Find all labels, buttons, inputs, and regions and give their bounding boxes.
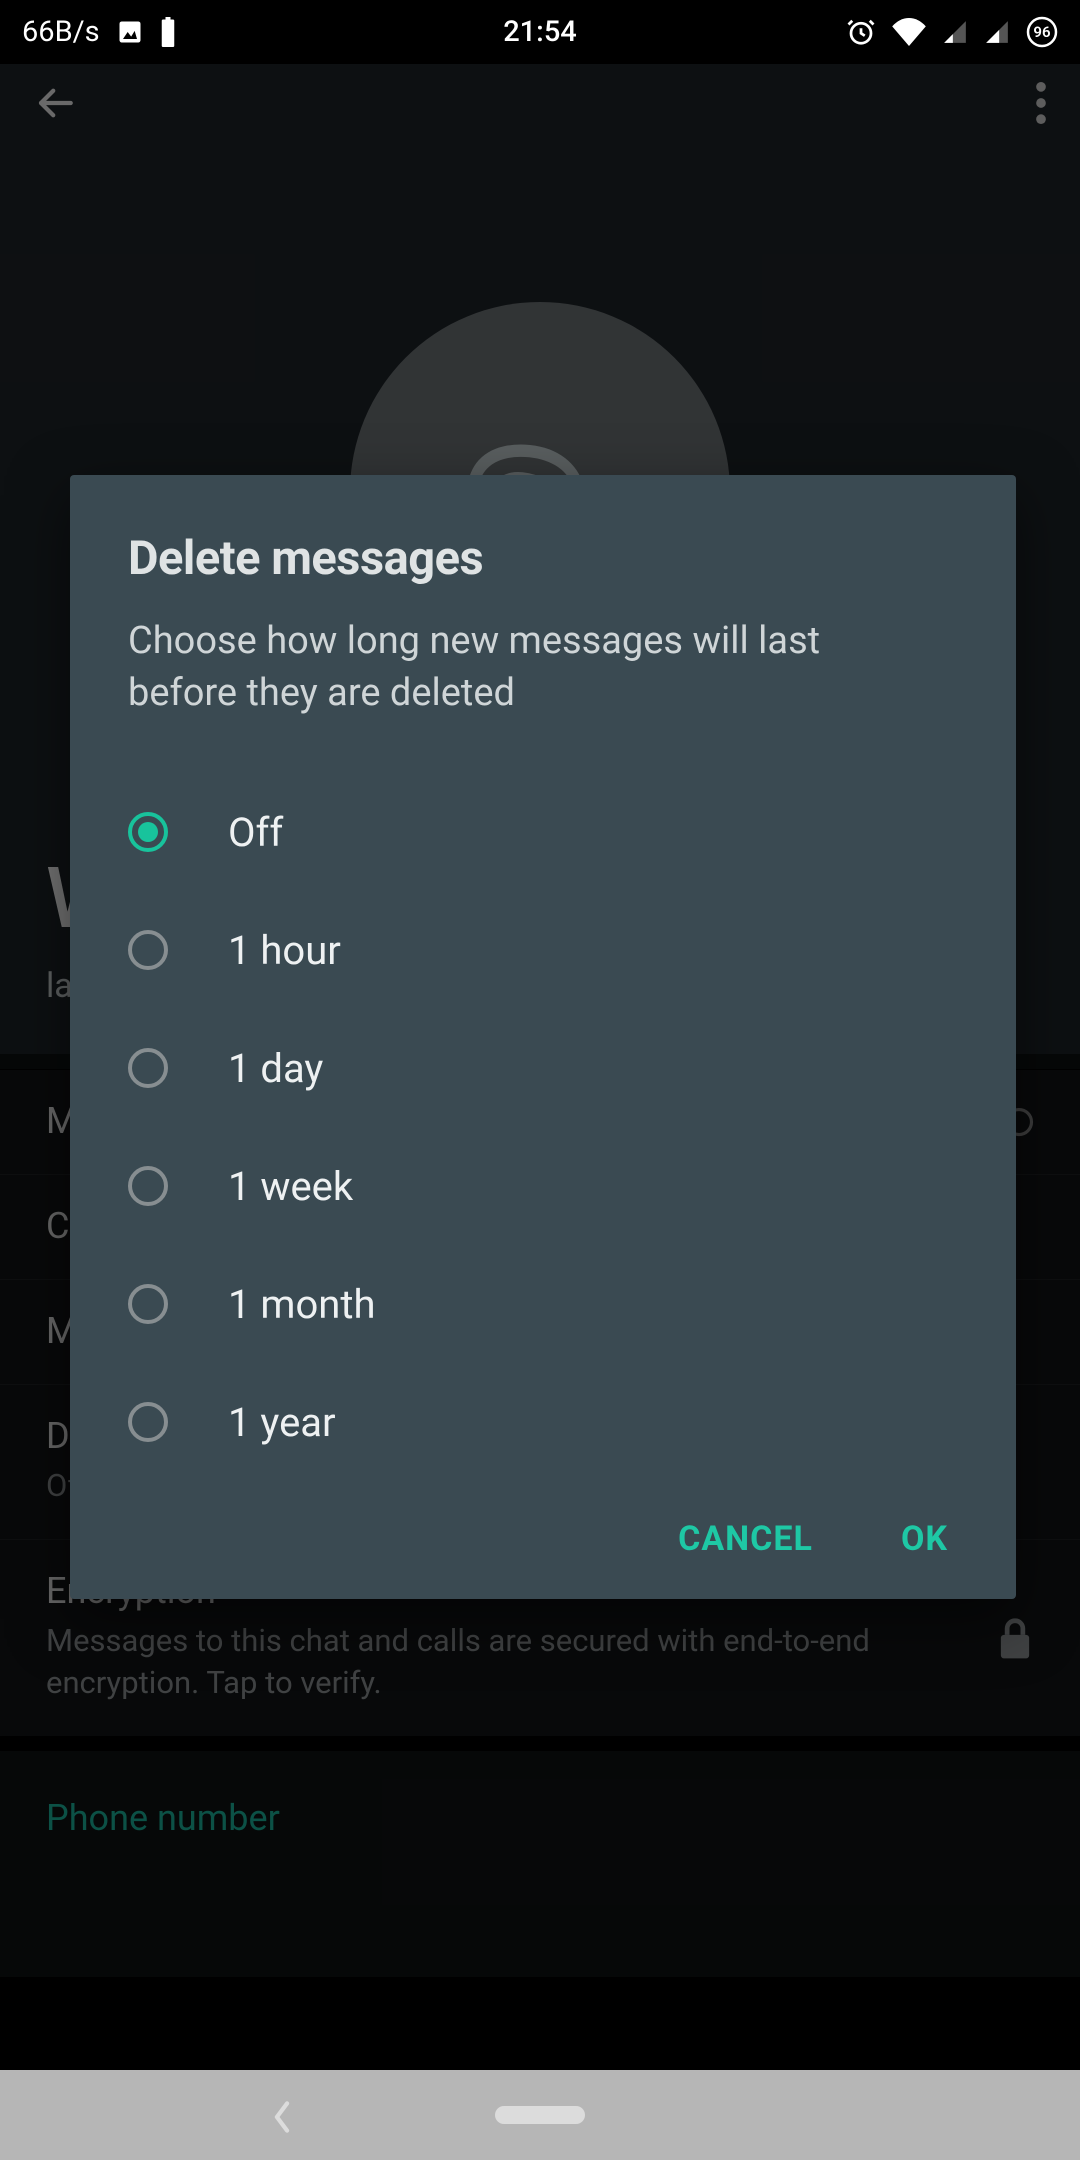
radio-option[interactable]: 1 year <box>128 1363 958 1481</box>
dialog-options: Off 1 hour 1 day 1 week 1 month 1 year <box>128 773 958 1481</box>
nav-back-icon[interactable] <box>270 2100 294 2134</box>
ok-button[interactable]: OK <box>901 1519 948 1559</box>
data-badge-icon: 96 <box>1026 16 1058 48</box>
radio-icon[interactable] <box>128 1048 168 1088</box>
radio-label: 1 year <box>228 1399 336 1446</box>
radio-option[interactable]: Off <box>128 773 958 891</box>
radio-option[interactable]: 1 week <box>128 1127 958 1245</box>
signal1-icon <box>942 19 968 45</box>
radio-icon[interactable] <box>128 1402 168 1442</box>
dialog-title: Delete messages <box>128 531 958 586</box>
radio-icon[interactable] <box>128 1284 168 1324</box>
radio-option[interactable]: 1 hour <box>128 891 958 1009</box>
image-icon <box>116 18 144 46</box>
battery-icon <box>160 17 176 47</box>
radio-label: 1 day <box>228 1045 323 1092</box>
status-bar: 66B/s 21:54 96 <box>0 0 1080 64</box>
radio-icon[interactable] <box>128 812 168 852</box>
cancel-button[interactable]: CANCEL <box>678 1519 813 1559</box>
alarm-icon <box>846 17 876 47</box>
dialog-subtitle: Choose how long new messages will last b… <box>128 616 928 719</box>
radio-label: Off <box>228 809 283 856</box>
radio-icon[interactable] <box>128 930 168 970</box>
radio-label: 1 hour <box>228 927 341 974</box>
radio-label: 1 month <box>228 1281 376 1328</box>
nav-home-pill[interactable] <box>495 2106 585 2124</box>
nav-bar <box>0 2070 1080 2160</box>
radio-label: 1 week <box>228 1163 353 1210</box>
net-speed: 66B/s <box>22 15 100 49</box>
radio-option[interactable]: 1 month <box>128 1245 958 1363</box>
radio-icon[interactable] <box>128 1166 168 1206</box>
delete-messages-dialog: Delete messages Choose how long new mess… <box>70 475 1016 1599</box>
radio-option[interactable]: 1 day <box>128 1009 958 1127</box>
signal2-icon <box>984 19 1010 45</box>
wifi-icon <box>892 18 926 46</box>
